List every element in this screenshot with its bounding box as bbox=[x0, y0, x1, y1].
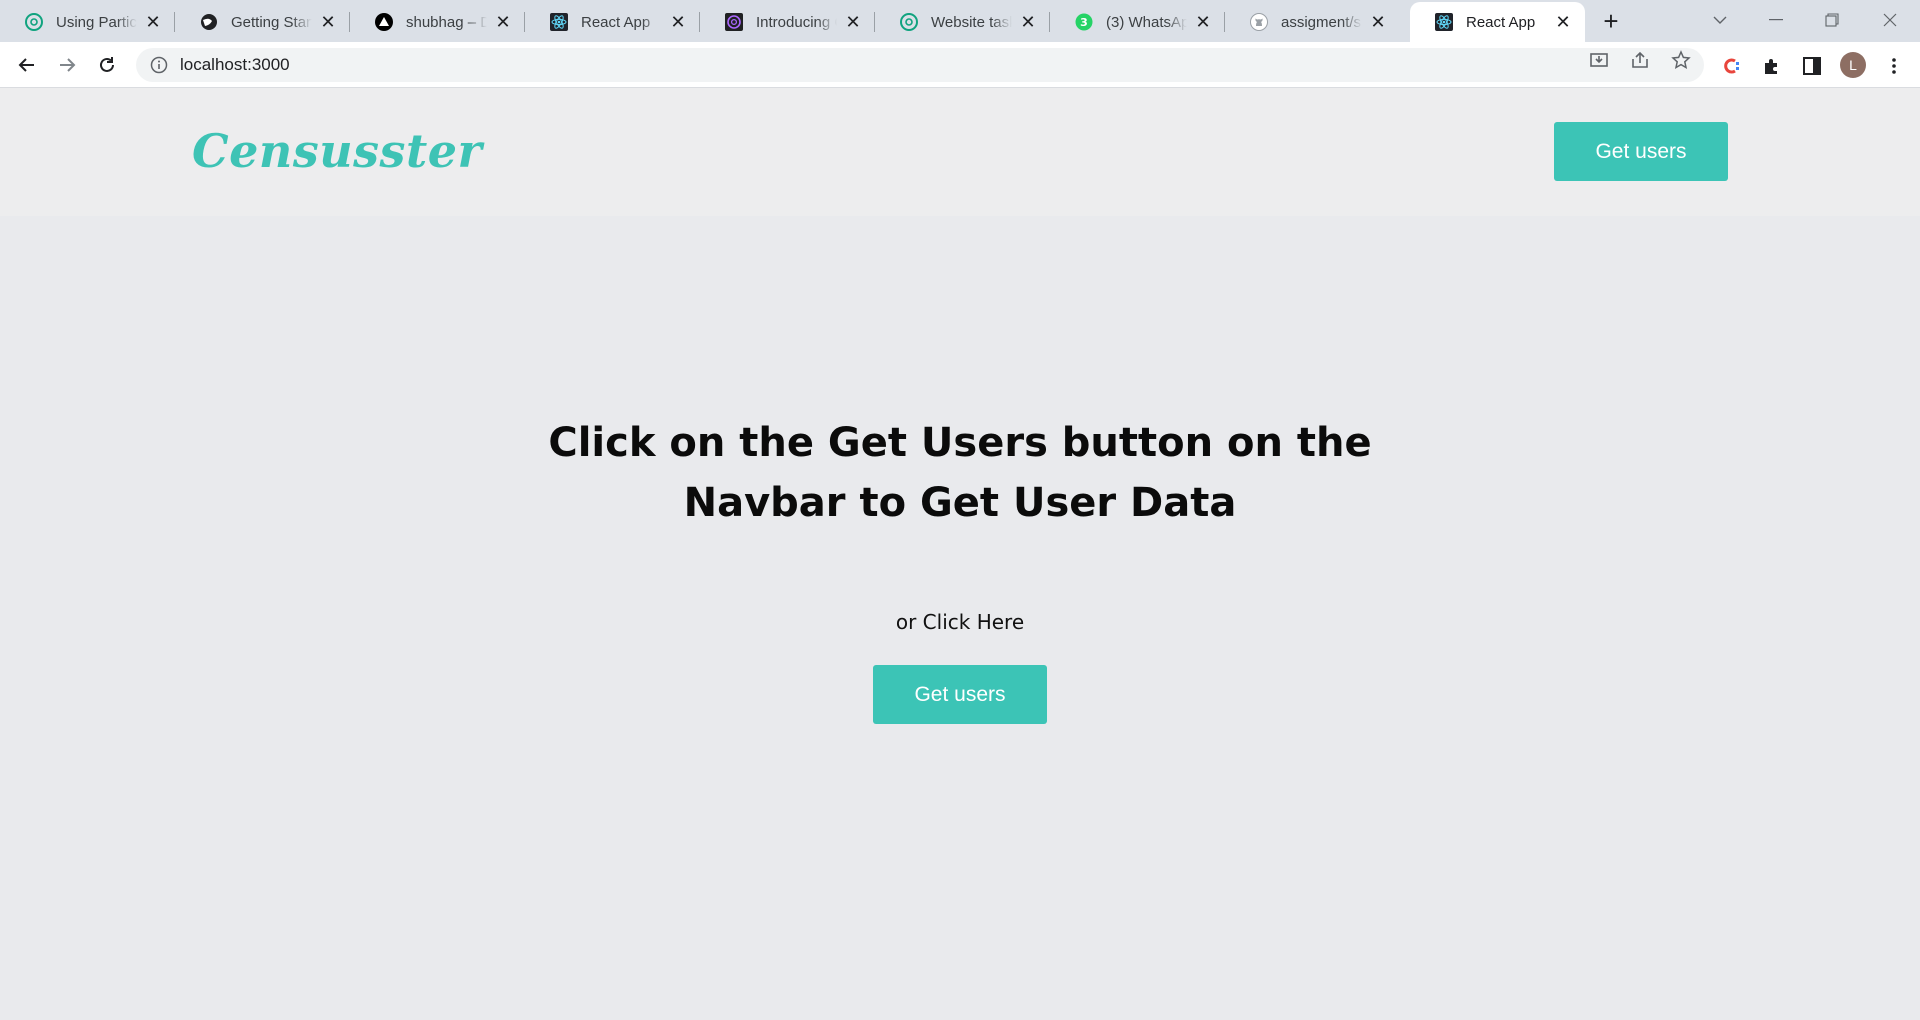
browser-tab[interactable]: Using Particle ✕ bbox=[0, 2, 175, 42]
openai-icon bbox=[724, 12, 744, 32]
extension-c-icon[interactable] bbox=[1720, 54, 1744, 78]
close-tab-icon[interactable]: ✕ bbox=[1018, 12, 1038, 32]
close-tab-icon[interactable]: ✕ bbox=[1553, 12, 1573, 32]
share-icon[interactable] bbox=[1629, 49, 1651, 71]
hero-heading: Click on the Get Users button on the Nav… bbox=[460, 413, 1460, 533]
side-panel-icon[interactable] bbox=[1800, 54, 1824, 78]
back-icon[interactable] bbox=[12, 50, 42, 80]
close-tab-icon[interactable]: ✕ bbox=[1193, 12, 1213, 32]
profile-avatar[interactable]: L bbox=[1840, 52, 1866, 78]
tab-title: Website task c bbox=[931, 13, 1012, 31]
browser-tab[interactable]: shubhag – Dep ✕ bbox=[350, 2, 525, 42]
tab-title: shubhag – Dep bbox=[406, 13, 487, 31]
browser-toolbar: L bbox=[0, 42, 1920, 88]
extensions-puzzle-icon[interactable] bbox=[1760, 54, 1784, 78]
minimize-icon[interactable] bbox=[1748, 0, 1804, 40]
github-icon bbox=[1249, 12, 1269, 32]
browser-tab[interactable]: Getting Starte ✕ bbox=[175, 2, 350, 42]
bookmark-star-icon[interactable] bbox=[1670, 49, 1692, 71]
or-click-here-text: or Click Here bbox=[895, 610, 1025, 634]
install-app-icon[interactable] bbox=[1588, 49, 1610, 71]
browser-tab[interactable]: 3 (3) WhatsApp ✕ bbox=[1050, 2, 1225, 42]
react-icon bbox=[1434, 12, 1454, 32]
close-tab-icon[interactable]: ✕ bbox=[668, 12, 688, 32]
browser-tab-active[interactable]: React App ✕ bbox=[1410, 2, 1585, 42]
close-tab-icon[interactable]: ✕ bbox=[318, 12, 338, 32]
browser-menu-icon[interactable] bbox=[1882, 54, 1906, 78]
browser-tab[interactable]: Introducing Ch ✕ bbox=[700, 2, 875, 42]
tab-title: React App bbox=[1466, 13, 1536, 31]
close-tab-icon[interactable]: ✕ bbox=[143, 12, 163, 32]
address-bar[interactable] bbox=[136, 48, 1704, 82]
reload-icon[interactable] bbox=[92, 50, 122, 80]
site-navbar: Censusster Get users bbox=[0, 88, 1920, 216]
page-content: Censusster Get users Click on the Get Us… bbox=[0, 88, 1920, 1020]
browser-tab[interactable]: React App ✕ bbox=[525, 2, 700, 42]
whatsapp-icon: 3 bbox=[1074, 12, 1094, 32]
hero-heading-line-2: Navbar to Get User Data bbox=[683, 480, 1237, 526]
tab-title: (3) WhatsApp bbox=[1106, 13, 1187, 31]
vercel-icon bbox=[374, 12, 394, 32]
tab-title: assigment/src bbox=[1281, 13, 1362, 31]
close-window-icon[interactable] bbox=[1862, 0, 1918, 40]
navbar-get-users-button[interactable]: Get users bbox=[1554, 122, 1728, 181]
new-tab-icon[interactable]: + bbox=[1598, 6, 1624, 36]
react-icon bbox=[549, 12, 569, 32]
openai-icon bbox=[899, 12, 919, 32]
close-tab-icon[interactable]: ✕ bbox=[843, 12, 863, 32]
tab-title: React App bbox=[581, 13, 651, 31]
url-input[interactable] bbox=[180, 55, 1704, 75]
site-logo[interactable]: Censusster bbox=[192, 124, 482, 178]
whatsapp-badge-count: 3 bbox=[1080, 16, 1088, 29]
tab-title: Getting Starte bbox=[231, 13, 312, 31]
site-info-icon[interactable] bbox=[150, 56, 168, 74]
forward-icon[interactable] bbox=[52, 50, 82, 80]
tab-search-icon[interactable] bbox=[1692, 0, 1748, 40]
browser-tab[interactable]: Website task c ✕ bbox=[875, 2, 1050, 42]
close-tab-icon[interactable]: ✕ bbox=[1368, 12, 1388, 32]
openai-icon bbox=[24, 12, 44, 32]
browser-tab[interactable]: assigment/src ✕ bbox=[1225, 2, 1400, 42]
hero-get-users-button[interactable]: Get users bbox=[873, 665, 1047, 724]
tab-title: Using Particle bbox=[56, 13, 137, 31]
globe-icon bbox=[199, 12, 219, 32]
restore-icon[interactable] bbox=[1804, 0, 1860, 40]
tab-title: Introducing Ch bbox=[756, 13, 837, 31]
hero-heading-line-1: Click on the Get Users button on the bbox=[548, 420, 1372, 466]
close-tab-icon[interactable]: ✕ bbox=[493, 12, 513, 32]
browser-tab-strip: Using Particle ✕ Getting Starte ✕ shubha… bbox=[0, 0, 1920, 42]
